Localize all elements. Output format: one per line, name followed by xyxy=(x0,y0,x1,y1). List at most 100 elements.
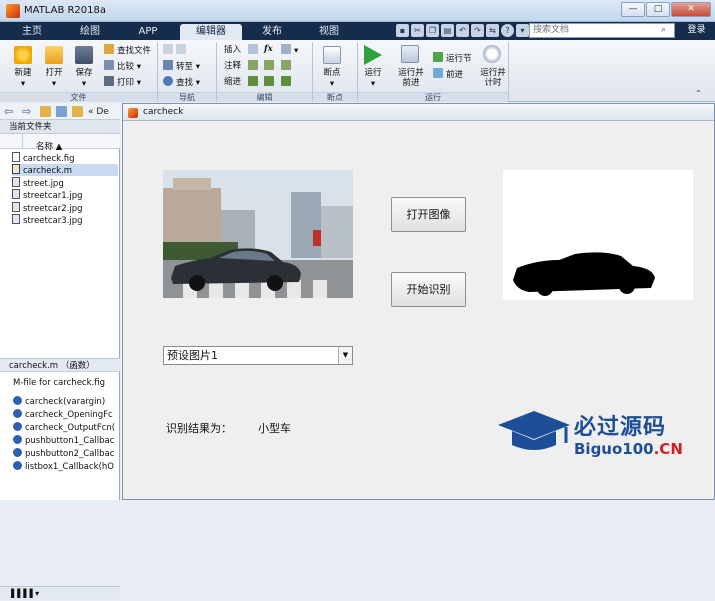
goto-button[interactable]: 转至 ▾ xyxy=(163,60,200,73)
car-wheel-front xyxy=(189,275,205,291)
breakpoints-dropdown-arrow-icon[interactable]: ▾ xyxy=(316,79,348,89)
search-documentation-input[interactable]: 搜索文档 ⌕ xyxy=(529,23,675,38)
path-breadcrumb[interactable]: « De xyxy=(88,106,109,119)
name-header-label: 名称 ▲ xyxy=(36,142,63,152)
run-dropdown-arrow-icon[interactable]: ▾ xyxy=(358,79,388,89)
login-button[interactable]: 登录 xyxy=(680,23,713,38)
tab-view[interactable]: 视图 xyxy=(303,24,355,40)
find-button[interactable]: 查找 ▾ xyxy=(163,76,200,89)
find-files-button[interactable]: 查找文件 xyxy=(104,44,151,57)
comment-percent-button[interactable] xyxy=(248,60,261,73)
chevron-down-icon[interactable]: ▼ xyxy=(338,347,352,364)
run-and-advance-icon xyxy=(401,45,419,63)
wrap-comment-icon xyxy=(281,60,291,70)
run-section-button[interactable]: 运行节 xyxy=(433,52,472,65)
forward-arrow-icon[interactable]: ⇨ xyxy=(22,105,31,118)
insert-function-button[interactable]: fx xyxy=(264,43,273,55)
building-right xyxy=(291,192,321,258)
collapse-ribbon-icon[interactable]: ⌃ xyxy=(695,88,702,100)
advance-button[interactable]: 前进 xyxy=(433,68,463,81)
compare-button[interactable]: 比较 ▾ xyxy=(104,60,141,73)
close-button[interactable]: ✕ xyxy=(671,2,711,17)
dropdown-icon[interactable]: ▾ xyxy=(516,24,529,37)
new-button[interactable]: 新建 xyxy=(6,68,40,78)
function-item[interactable]: carcheck(varargin) xyxy=(13,396,105,408)
run-button[interactable]: 运行 xyxy=(358,68,388,78)
back-arrow-icon[interactable]: ⇦ xyxy=(4,105,13,118)
car-wheel-rear xyxy=(267,275,283,291)
increase-indent-button[interactable] xyxy=(264,76,277,89)
image-file-icon xyxy=(12,177,20,187)
name-column-header[interactable]: 名称 ▲ xyxy=(0,134,120,152)
indent-button[interactable]: 缩进 xyxy=(224,76,241,88)
title-bar: MATLAB R2018a — □ ✕ xyxy=(0,0,715,22)
new-icon xyxy=(14,46,32,64)
insert-menu-button[interactable]: ▾ xyxy=(281,44,298,57)
insert-button[interactable]: 插入 xyxy=(224,44,241,56)
decrease-indent-button[interactable] xyxy=(281,76,294,89)
quick-copy-icon[interactable]: ❐ xyxy=(426,24,439,37)
file-item-carcheck-fig[interactable]: carcheck.fig xyxy=(12,152,118,164)
group-label-file: 文件 xyxy=(0,92,157,102)
print-button[interactable]: 打印 ▾ xyxy=(104,76,141,89)
wrap-comment-button[interactable] xyxy=(281,60,294,73)
open-button[interactable]: 打开 xyxy=(38,68,70,78)
ribbon-separator xyxy=(508,42,509,100)
tab-plots[interactable]: 绘图 xyxy=(64,24,116,40)
quick-save-icon[interactable]: ▪ xyxy=(396,24,409,37)
function-item[interactable]: listbox1_Callback(hO xyxy=(13,461,114,473)
image-file-icon xyxy=(12,214,20,224)
quick-cut-icon[interactable]: ✂ xyxy=(411,24,424,37)
file-item-streetcar3-jpg[interactable]: streetcar3.jpg xyxy=(12,214,118,226)
function-icon xyxy=(13,448,22,457)
save-button[interactable]: 保存 xyxy=(68,68,100,78)
open-dropdown-arrow-icon[interactable]: ▾ xyxy=(40,79,68,89)
save-dropdown-arrow-icon[interactable]: ▾ xyxy=(70,79,98,89)
search-icon[interactable]: ⌕ xyxy=(661,25,672,36)
start-recognition-button[interactable]: 开始识别 xyxy=(391,272,466,307)
quick-switch-icon[interactable]: ⇆ xyxy=(486,24,499,37)
file-item-street-jpg[interactable]: street.jpg xyxy=(12,177,118,189)
tab-home[interactable]: 主页 xyxy=(8,24,56,40)
new-dropdown-arrow-icon[interactable]: ▾ xyxy=(8,79,38,89)
insert-menu-icon xyxy=(281,44,291,54)
up-folder-icon[interactable] xyxy=(40,106,51,117)
file-name: street.jpg xyxy=(23,179,64,189)
maximize-button[interactable]: □ xyxy=(646,2,670,17)
file-item-streetcar2-jpg[interactable]: streetcar2.jpg xyxy=(12,202,118,214)
breakpoints-button[interactable]: 断点 xyxy=(314,68,350,78)
function-item[interactable]: carcheck_OpeningFc xyxy=(13,409,113,421)
comment-button[interactable]: 注释 xyxy=(224,60,241,72)
fig-file-icon xyxy=(12,152,20,162)
red-sign xyxy=(313,230,321,246)
insert-section-button[interactable] xyxy=(248,44,261,57)
editor-ribbon: 新建 ▾ 打开 ▾ 保存 ▾ 查找文件 比较 ▾ 打印 ▾ 文件 转至 ▾ 查找… xyxy=(0,40,715,102)
comment-label: 注释 xyxy=(224,61,242,71)
quick-undo-icon[interactable]: ↶ xyxy=(456,24,469,37)
run-and-advance-button[interactable]: 运行并 前进 xyxy=(392,68,430,88)
smart-indent-button[interactable] xyxy=(248,76,261,89)
file-item-streetcar1-jpg[interactable]: streetcar1.jpg xyxy=(12,189,118,201)
tab-apps[interactable]: APP xyxy=(122,24,174,40)
quick-paste-icon[interactable]: ▤ xyxy=(441,24,454,37)
browse-folder-icon[interactable] xyxy=(56,106,67,117)
tab-publish[interactable]: 发布 xyxy=(246,24,298,40)
open-image-button[interactable]: 打开图像 xyxy=(391,197,466,232)
minimize-button[interactable]: — xyxy=(621,2,645,17)
function-item[interactable]: carcheck_OutputFcn( xyxy=(13,422,115,434)
quick-redo-icon[interactable]: ↷ xyxy=(471,24,484,37)
function-name: pushbutton2_Callbac xyxy=(25,449,115,459)
preset-image-select[interactable]: 预设图片1 ▼ xyxy=(163,346,353,365)
nav-back-forward[interactable] xyxy=(163,44,189,57)
run-and-time-button[interactable]: 运行并 计时 xyxy=(474,68,512,88)
find-files-label: 查找文件 xyxy=(117,46,152,56)
silhouette-wheel-front xyxy=(537,280,553,296)
tab-editor[interactable]: 编辑器 xyxy=(180,24,242,40)
current-folder-header: 当前文件夹 xyxy=(0,120,120,134)
file-item-carcheck-m[interactable]: carcheck.m xyxy=(12,164,118,176)
function-item[interactable]: pushbutton2_Callbac xyxy=(13,448,114,460)
help-icon[interactable]: ? xyxy=(501,24,514,37)
function-item[interactable]: pushbutton1_Callbac xyxy=(13,435,114,447)
uncomment-button[interactable] xyxy=(264,60,277,73)
file-name: carcheck.m xyxy=(23,166,73,176)
